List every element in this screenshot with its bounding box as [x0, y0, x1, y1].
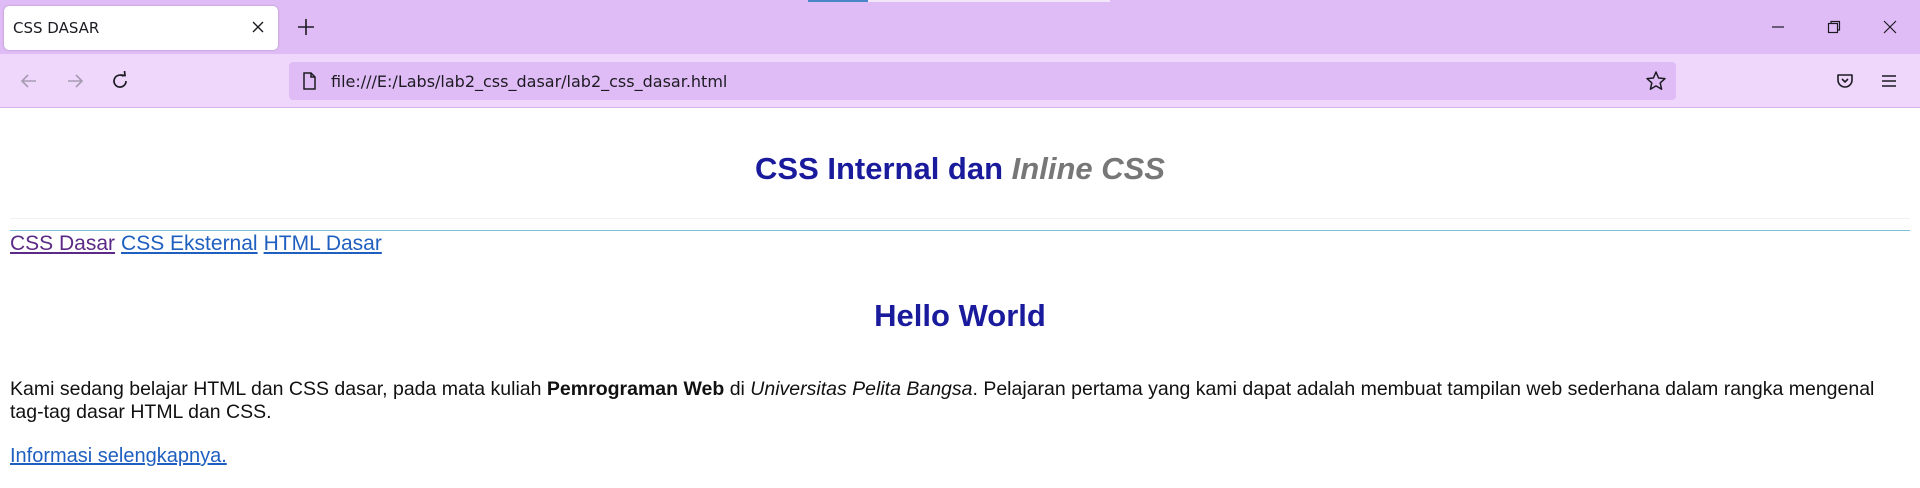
intro-paragraph: Kami sedang belajar HTML dan CSS dasar, … — [10, 378, 1890, 424]
close-icon[interactable] — [247, 16, 269, 38]
nav-link-css-eksternal[interactable]: CSS Eksternal — [121, 232, 258, 255]
paragraph-bold-text: Pemrograman Web — [546, 378, 725, 400]
nav-link-html-dasar[interactable]: HTML Dasar — [264, 232, 382, 255]
url-bar[interactable]: file:///E:/Labs/lab2_css_dasar/lab2_css_… — [289, 62, 1676, 100]
heading-inline-text: Inline CSS — [1011, 151, 1165, 186]
divider — [10, 230, 1910, 231]
tab-strip: CSS DASAR — [0, 0, 1920, 54]
more-info-link[interactable]: Informasi selengkapnya. — [10, 445, 227, 468]
tab-title: CSS DASAR — [13, 19, 100, 37]
heading-main-text: CSS Internal dan — [755, 151, 1012, 186]
hamburger-icon[interactable] — [1874, 66, 1904, 96]
paragraph-text: Kami sedang belajar HTML dan CSS dasar, … — [10, 378, 547, 400]
tab-strip-accent-light — [868, 0, 1110, 2]
paragraph-italic-text: Universitas Pelita Bangsa — [750, 378, 973, 400]
page-heading: CSS Internal dan Inline CSS — [0, 151, 1920, 187]
url-text[interactable]: file:///E:/Labs/lab2_css_dasar/lab2_css_… — [331, 72, 727, 91]
arrow-right-icon[interactable] — [60, 66, 90, 96]
tab-active[interactable]: CSS DASAR — [4, 6, 278, 50]
page-icon — [299, 71, 319, 91]
star-icon[interactable] — [1642, 67, 1670, 95]
restore-icon[interactable] — [1819, 12, 1849, 42]
divider — [10, 218, 1910, 219]
tab-strip-accent — [808, 0, 868, 2]
navigation-toolbar: file:///E:/Labs/lab2_css_dasar/lab2_css_… — [0, 54, 1920, 108]
close-icon[interactable] — [1875, 12, 1905, 42]
pocket-icon[interactable] — [1830, 66, 1860, 96]
nav-link-css-dasar[interactable]: CSS Dasar — [10, 232, 115, 255]
hello-heading: Hello World — [874, 298, 1046, 333]
page-content: CSS Internal dan Inline CSS CSS Dasar CSS… — [0, 108, 1920, 488]
paragraph-text: di — [724, 378, 751, 400]
arrow-left-icon[interactable] — [14, 66, 44, 96]
plus-icon[interactable] — [292, 13, 320, 41]
reload-icon[interactable] — [105, 66, 135, 96]
nav-menu: CSS Dasar CSS Eksternal HTML Dasar — [10, 232, 388, 256]
minimize-icon[interactable] — [1763, 12, 1793, 42]
